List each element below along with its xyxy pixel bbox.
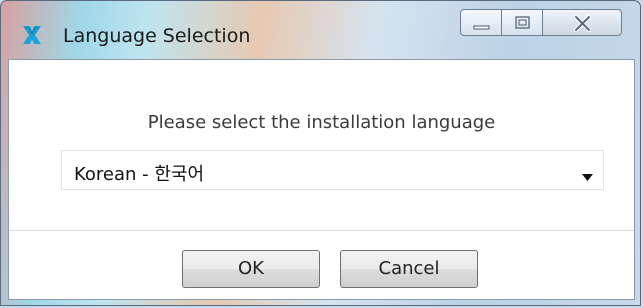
close-button[interactable]	[542, 9, 622, 36]
maximize-icon	[515, 16, 530, 29]
language-dropdown[interactable]: Korean - 한국어	[61, 150, 604, 190]
minimize-button[interactable]	[460, 9, 502, 36]
maximize-button[interactable]	[501, 9, 543, 36]
ok-button[interactable]: OK	[182, 250, 320, 288]
close-icon	[574, 15, 591, 32]
window-title: Language Selection	[63, 25, 251, 47]
minimize-icon	[473, 25, 490, 30]
prompt-label: Please select the installation language	[147, 112, 496, 133]
dropdown-arrow-icon	[582, 166, 593, 185]
cancel-button[interactable]: Cancel	[340, 250, 478, 288]
title-bar[interactable]: Language Selection	[1, 1, 640, 47]
separator	[9, 230, 634, 231]
dialog-window: Language Selection Please select the ins…	[0, 0, 641, 306]
dialog-body: Please select the installation language …	[8, 59, 635, 300]
language-dropdown-value: Korean - 한국어	[74, 164, 205, 185]
installer-logo-icon	[22, 25, 42, 45]
